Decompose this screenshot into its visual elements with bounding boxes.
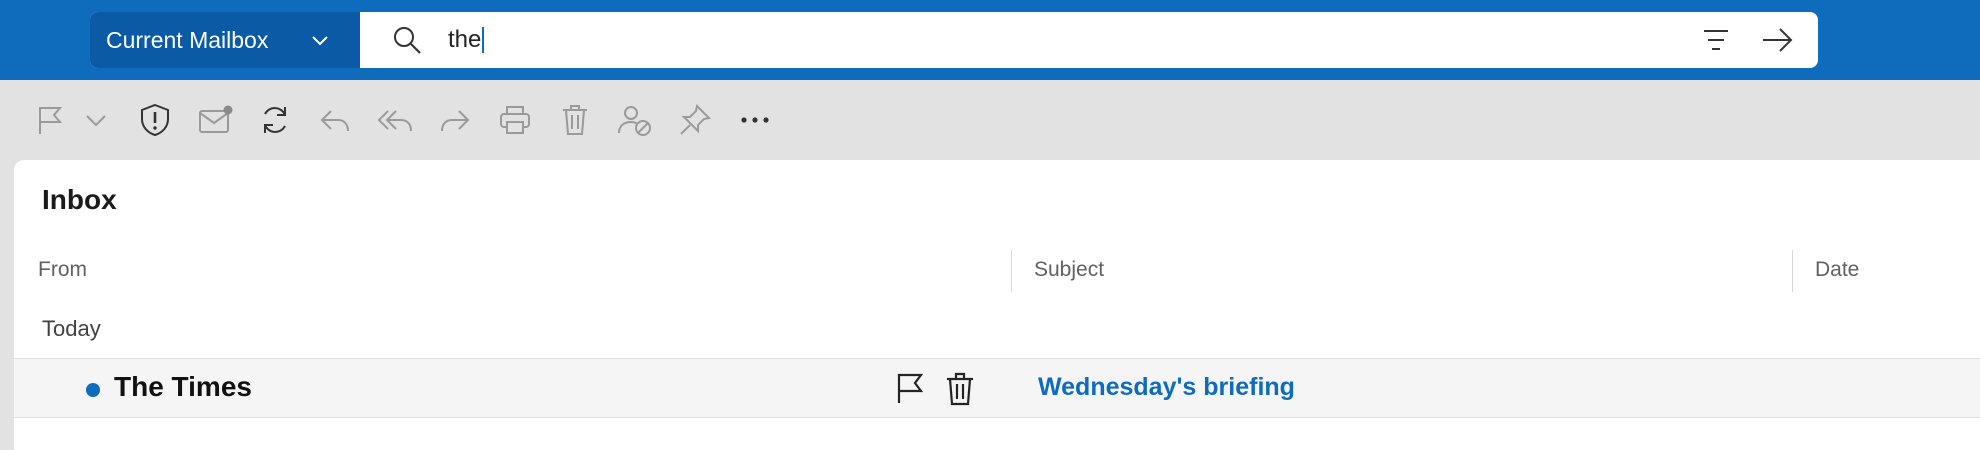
reply-icon <box>320 110 349 132</box>
chevron-down-icon <box>86 115 106 127</box>
block-sender-icon <box>618 106 651 136</box>
flag-icon <box>39 107 63 134</box>
forward-button[interactable] <box>435 100 475 140</box>
message-list-panel: Inbox From Subject Date Today The Times … <box>14 160 1980 450</box>
more-options-button[interactable] <box>735 100 775 140</box>
search-scope-dropdown[interactable]: Current Mailbox <box>90 12 360 68</box>
pin-button[interactable] <box>675 100 715 140</box>
search-box: Current Mailbox the <box>90 12 1818 68</box>
column-header-date[interactable]: Date <box>1815 258 1859 282</box>
search-query: the <box>448 26 482 53</box>
print-icon <box>500 106 530 134</box>
pin-icon <box>680 103 712 135</box>
chevron-down-icon <box>312 36 328 46</box>
search-icon <box>394 27 421 54</box>
message-subject: Wednesday's briefing <box>1038 373 1295 401</box>
filter-icon[interactable] <box>1702 27 1730 53</box>
delete-button[interactable] <box>555 100 595 140</box>
envelope-icon <box>199 105 233 133</box>
next-row-peek <box>114 432 274 442</box>
flag-button[interactable] <box>30 100 70 140</box>
column-header-subject[interactable]: Subject <box>1034 258 1104 282</box>
arrow-right-icon[interactable] <box>1760 24 1794 56</box>
block-sender-button[interactable] <box>615 100 655 140</box>
reply-button[interactable] <box>315 100 355 140</box>
search-input[interactable]: the <box>448 26 485 54</box>
flag-icon[interactable] <box>894 371 926 405</box>
flag-options-button[interactable] <box>76 100 116 140</box>
print-button[interactable] <box>495 100 535 140</box>
column-header-from[interactable]: From <box>38 258 87 282</box>
search-scope-label: Current Mailbox <box>106 26 269 53</box>
more-icon <box>741 117 769 123</box>
sync-icon <box>264 107 286 133</box>
reply-all-icon <box>377 110 412 132</box>
column-divider[interactable] <box>1792 250 1793 292</box>
folder-title: Inbox <box>42 184 117 215</box>
message-row[interactable]: The Times Wednesday's briefing <box>14 358 1980 418</box>
top-search-bar: Current Mailbox the <box>0 0 1980 80</box>
trash-icon <box>563 105 587 135</box>
unread-indicator[interactable] <box>86 383 100 397</box>
shield-icon <box>141 103 169 137</box>
trash-icon[interactable] <box>944 371 976 407</box>
mark-unread-button[interactable] <box>195 100 235 140</box>
column-divider[interactable] <box>1011 250 1012 292</box>
message-toolbar <box>0 80 1980 160</box>
report-button[interactable] <box>135 100 175 140</box>
reply-all-button[interactable] <box>375 100 415 140</box>
text-caret <box>482 27 485 53</box>
group-header-today: Today <box>42 316 101 341</box>
sync-button[interactable] <box>255 100 295 140</box>
forward-icon <box>441 110 470 132</box>
message-sender: The Times <box>114 371 252 402</box>
